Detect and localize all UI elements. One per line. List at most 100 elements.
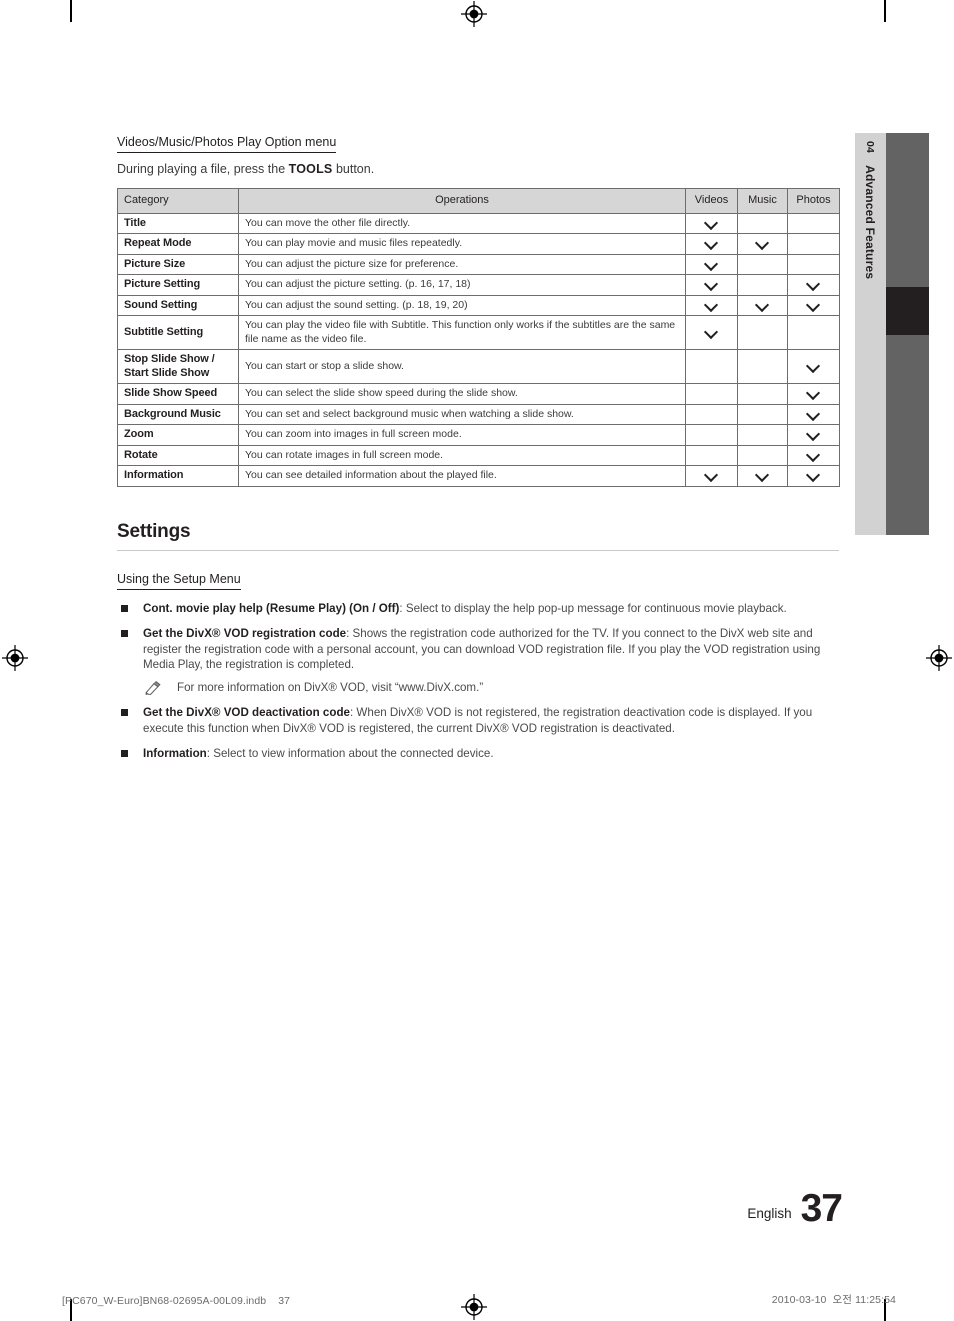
print-meridiem: 오전: [832, 1294, 853, 1306]
cell-category: Information: [117, 465, 239, 487]
table-row: Stop Slide Show / Start Slide Show You ca…: [117, 349, 840, 384]
chapter-name: Advanced Features: [863, 165, 878, 280]
page-content: Videos/Music/Photos Play Option menu Dur…: [117, 133, 840, 772]
cell-music: [737, 274, 788, 296]
cell-operations: You can select the slide show speed duri…: [238, 383, 686, 405]
cell-music: [737, 444, 788, 466]
cell-videos: [685, 253, 738, 275]
cell-music: [737, 349, 788, 384]
cell-videos: [685, 233, 738, 255]
bullet-term: Information: [143, 747, 207, 760]
column-header-photos: Photos: [787, 187, 840, 214]
print-date: 2010-03-10: [771, 1294, 827, 1306]
cell-category: Picture Size: [117, 253, 239, 275]
imposition-footer-left: [PC670_W-Euro]BN68-02695A-00L09.indb 37: [62, 1295, 290, 1307]
cell-category: Repeat Mode: [117, 233, 239, 255]
cell-music: [737, 424, 788, 446]
cell-photos: [787, 383, 840, 405]
cell-operations: You can move the other file directly.: [238, 212, 686, 234]
list-item: Information: Select to view information …: [117, 746, 839, 762]
cell-music: [737, 465, 788, 487]
settings-subheading: Using the Setup Menu: [117, 572, 241, 590]
cell-photos: [787, 444, 840, 466]
chapter-number: 04: [864, 141, 877, 154]
page-footer: English 37: [747, 1187, 843, 1230]
page-language: English: [747, 1206, 792, 1221]
chevron-down-icon: [705, 300, 718, 308]
cell-category: Rotate: [117, 444, 239, 466]
square-bullet-icon: [121, 630, 128, 637]
cell-videos: [685, 424, 738, 446]
chapter-index-bar-active: [886, 287, 929, 335]
chevron-down-icon: [807, 279, 820, 287]
chevron-down-icon: [705, 259, 718, 267]
cell-music: [737, 403, 788, 425]
cell-photos: [787, 315, 840, 350]
cell-category: Stop Slide Show / Start Slide Show: [117, 349, 239, 384]
cell-photos: [787, 349, 840, 384]
page-number: 37: [800, 1187, 843, 1230]
source-file-name: [PC670_W-Euro]BN68-02695A-00L09.indb: [62, 1295, 267, 1307]
chevron-down-icon: [705, 327, 718, 335]
cell-music: [737, 383, 788, 405]
cell-videos: [685, 444, 738, 466]
cell-category: Title: [117, 212, 239, 234]
cell-photos: [787, 274, 840, 296]
chapter-tab: 04 Advanced Features: [855, 133, 886, 535]
chevron-down-icon: [705, 279, 718, 287]
table-row: Repeat Mode You can play movie and music …: [117, 233, 840, 255]
cell-videos: [685, 403, 738, 425]
crop-mark-top-right: [884, 0, 886, 22]
registration-mark-bottom: [461, 1294, 487, 1320]
cell-videos: [685, 294, 738, 316]
cell-operations: You can adjust the picture setting. (p. …: [238, 274, 686, 296]
cell-photos: [787, 403, 840, 425]
bullet-note-text: For more information on DivX® VOD, visit…: [177, 680, 484, 694]
table-row: Slide Show Speed You can select the slide…: [117, 383, 840, 405]
pencil-note-icon: [145, 680, 161, 695]
table-row: Subtitle Setting You can play the video f…: [117, 315, 840, 350]
registration-mark-right: [926, 645, 952, 671]
cell-operations: You can see detailed information about t…: [238, 465, 686, 487]
chevron-down-icon: [705, 218, 718, 226]
registration-mark-left: [2, 645, 28, 671]
cell-videos: [685, 465, 738, 487]
chevron-down-icon: [807, 429, 820, 437]
lead-suffix: button.: [332, 161, 375, 176]
list-item: Cont. movie play help (Resume Play) (On …: [117, 601, 839, 617]
column-header-videos: Videos: [685, 187, 738, 214]
cell-category: Subtitle Setting: [117, 315, 239, 350]
source-file-page: 37: [278, 1295, 291, 1307]
cell-operations: You can adjust the picture size for pref…: [238, 253, 686, 275]
chevron-down-icon: [705, 470, 718, 478]
list-item: Get the DivX® VOD registration code: Sho…: [117, 626, 839, 695]
cell-category: Background Music: [117, 403, 239, 425]
cell-category: Zoom: [117, 424, 239, 446]
cell-photos: [787, 233, 840, 255]
imposition-footer-right: 2010-03-10 오전 11:25:54: [772, 1292, 896, 1307]
cell-videos: [685, 315, 738, 350]
lead-prefix: During playing a file, press the: [117, 161, 289, 176]
table-row: Background Music You can set and select b…: [117, 403, 840, 425]
table-row: Rotate You can rotate images in full scre…: [117, 444, 840, 466]
list-item: Get the DivX® VOD deactivation code: Whe…: [117, 705, 839, 736]
play-option-table: Category Operations Videos Music Photos …: [117, 187, 840, 487]
cell-category: Picture Setting: [117, 274, 239, 296]
table-header-row: Category Operations Videos Music Photos: [117, 187, 840, 214]
chevron-down-icon: [807, 388, 820, 396]
cell-music: [737, 253, 788, 275]
chevron-down-icon: [756, 300, 769, 308]
chevron-down-icon: [756, 238, 769, 246]
square-bullet-icon: [121, 750, 128, 757]
print-time: 11:25:54: [855, 1294, 896, 1306]
crop-mark-top-left: [70, 0, 72, 22]
cell-photos: [787, 424, 840, 446]
play-option-table-body: Title You can move the other file directl…: [117, 212, 840, 487]
bullet-term: Get the DivX® VOD deactivation code: [143, 706, 350, 719]
table-row: Zoom You can zoom into images in full scr…: [117, 424, 840, 446]
cell-operations: You can zoom into images in full screen …: [238, 424, 686, 446]
cell-music: [737, 212, 788, 234]
tools-key-label: TOOLS: [288, 161, 333, 176]
column-header-music: Music: [737, 187, 788, 214]
bullet-description: : Select to view information about the c…: [206, 747, 494, 760]
